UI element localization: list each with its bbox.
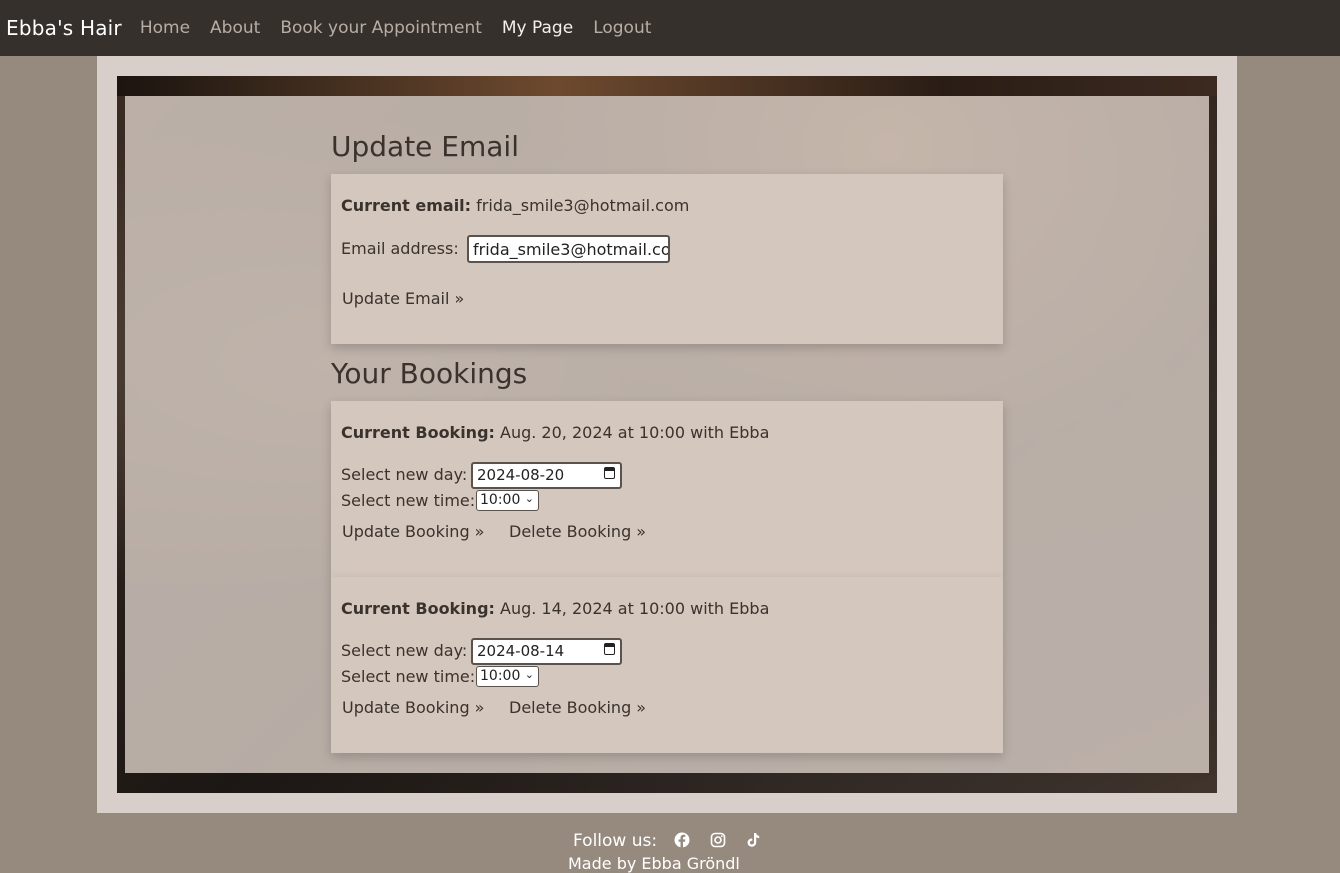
update-booking-button[interactable]: Update Booking »: [342, 698, 484, 717]
made-by-text: Made by Ebba Gröndl: [568, 854, 740, 873]
facebook-icon[interactable]: [674, 832, 690, 848]
select-day-label: Select new day:: [341, 641, 468, 660]
time-select-value: 10:00: [480, 492, 521, 508]
current-booking-row: Current Booking: Aug. 20, 2024 at 10:00 …: [341, 423, 769, 442]
calendar-icon: [604, 467, 615, 479]
nav-about[interactable]: About: [210, 18, 260, 38]
current-email-value: frida_smile3@hotmail.com: [476, 196, 690, 215]
nav-my-page[interactable]: My Page: [502, 18, 573, 38]
day-date-input[interactable]: 2024-08-20: [471, 462, 622, 489]
photo-edge: [117, 76, 1217, 96]
current-booking-value: Aug. 14, 2024 at 10:00 with Ebba: [500, 599, 770, 618]
current-booking-label: Current Booking:: [341, 599, 495, 618]
navbar: Ebba's Hair Home About Book your Appoint…: [0, 0, 1340, 56]
current-booking-value: Aug. 20, 2024 at 10:00 with Ebba: [500, 423, 770, 442]
current-email-label: Current email:: [341, 196, 472, 215]
your-bookings-title: Your Bookings: [331, 357, 528, 390]
update-email-button[interactable]: Update Email »: [342, 289, 464, 308]
select-day-label: Select new day:: [341, 465, 468, 484]
time-select-value: 10:00: [480, 668, 521, 684]
brand-logo[interactable]: Ebba's Hair: [6, 16, 122, 40]
booking-card: Current Booking: Aug. 20, 2024 at 10:00 …: [331, 401, 1003, 577]
chevron-down-icon: ⌄: [524, 668, 534, 681]
instagram-icon[interactable]: [710, 832, 726, 848]
nav-book-appointment[interactable]: Book your Appointment: [280, 18, 482, 38]
day-date-input[interactable]: 2024-08-14: [471, 638, 622, 665]
day-date-value: 2024-08-14: [477, 642, 565, 660]
update-booking-button[interactable]: Update Booking »: [342, 522, 484, 541]
email-address-label: Email address:: [341, 239, 459, 258]
current-booking-label: Current Booking:: [341, 423, 495, 442]
current-booking-row: Current Booking: Aug. 14, 2024 at 10:00 …: [341, 599, 769, 618]
tiktok-icon[interactable]: [745, 832, 761, 848]
calendar-icon: [604, 643, 615, 655]
delete-booking-button[interactable]: Delete Booking »: [509, 698, 646, 717]
nav-logout[interactable]: Logout: [593, 18, 651, 38]
delete-booking-button[interactable]: Delete Booking »: [509, 522, 646, 541]
booking-card: Current Booking: Aug. 14, 2024 at 10:00 …: [331, 577, 1003, 753]
time-select[interactable]: 10:00 ⌄: [476, 666, 539, 687]
time-select[interactable]: 10:00 ⌄: [476, 490, 539, 511]
follow-us-label: Follow us:: [573, 831, 658, 851]
email-card: Current email: frida_smile3@hotmail.com …: [331, 174, 1003, 344]
current-email-row: Current email: frida_smile3@hotmail.com: [341, 196, 689, 215]
select-time-label: Select new time:: [341, 667, 476, 686]
nav-home[interactable]: Home: [140, 18, 190, 38]
email-input[interactable]: frida_smile3@hotmail.com: [467, 235, 670, 263]
select-time-label: Select new time:: [341, 491, 476, 510]
chevron-down-icon: ⌄: [524, 492, 534, 505]
update-email-title: Update Email: [331, 130, 519, 163]
day-date-value: 2024-08-20: [477, 466, 565, 484]
